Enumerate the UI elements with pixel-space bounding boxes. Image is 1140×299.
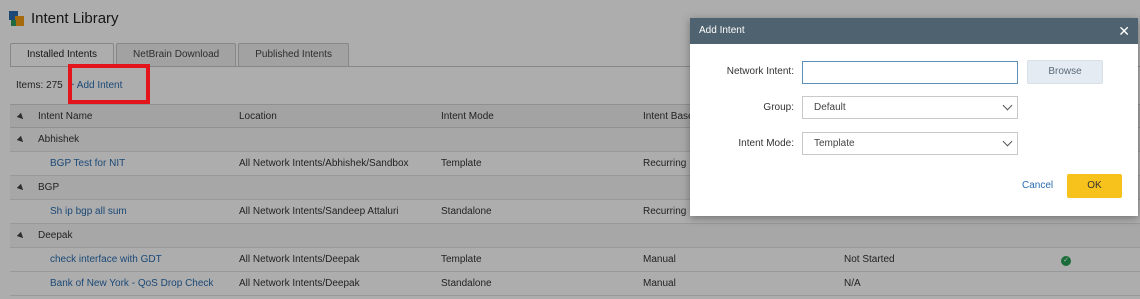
browse-button[interactable]: Browse xyxy=(1027,60,1103,84)
cancel-button[interactable]: Cancel xyxy=(1022,180,1053,191)
group-select[interactable]: Default xyxy=(802,96,1018,119)
ok-button[interactable]: OK xyxy=(1067,174,1122,198)
network-intent-label: Network Intent: xyxy=(726,66,794,77)
intent-mode-label: Intent Mode: xyxy=(738,138,794,149)
intent-mode-select[interactable]: Template xyxy=(802,132,1018,155)
chevron-down-icon xyxy=(1002,136,1013,147)
intent-mode-select-value: Template xyxy=(814,138,855,149)
group-select-value: Default xyxy=(814,102,846,113)
dialog-title: Add Intent xyxy=(699,25,745,36)
close-icon[interactable]: ✕ xyxy=(1118,18,1130,44)
highlight-annotation-box xyxy=(68,64,150,104)
network-intent-input[interactable] xyxy=(802,61,1018,84)
group-label: Group: xyxy=(763,102,794,113)
dialog-header: Add Intent ✕ xyxy=(690,18,1138,44)
add-intent-dialog: Add Intent ✕ Network Intent: Browse Grou… xyxy=(690,18,1138,216)
chevron-down-icon xyxy=(1002,100,1013,111)
